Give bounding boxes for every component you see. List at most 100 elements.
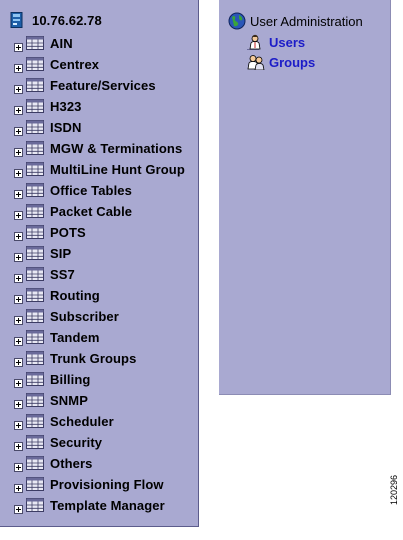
tree-item[interactable]: Subscriber — [14, 307, 119, 325]
table-folder-icon — [26, 57, 44, 71]
tree-item-label: MultiLine Hunt Group — [50, 161, 185, 177]
expand-plus-icon[interactable] — [14, 207, 23, 220]
tree-item-label: SS7 — [50, 266, 75, 282]
expand-plus-icon[interactable] — [14, 291, 23, 304]
tree-item[interactable]: Tandem — [14, 328, 99, 346]
expand-plus-icon[interactable] — [14, 102, 23, 115]
tree-item[interactable]: Packet Cable — [14, 202, 132, 220]
tree-item[interactable]: POTS — [14, 223, 86, 241]
tree-item-label: SIP — [50, 245, 72, 261]
expand-plus-icon[interactable] — [14, 165, 23, 178]
tree-item[interactable]: AIN — [14, 34, 73, 52]
tree-item[interactable]: Feature/Services — [14, 76, 156, 94]
tree-item[interactable]: MultiLine Hunt Group — [14, 160, 185, 178]
table-folder-icon — [26, 309, 44, 323]
tree-item-label: Security — [50, 434, 103, 450]
table-folder-icon — [26, 330, 44, 344]
tree-item[interactable]: MGW & Terminations — [14, 139, 182, 157]
users-link[interactable]: Users — [247, 33, 305, 51]
table-folder-icon — [26, 183, 44, 197]
group-icon — [247, 54, 265, 71]
tree-root-node[interactable]: 10.76.62.78 — [10, 11, 102, 29]
table-folder-icon — [26, 78, 44, 92]
expand-plus-icon[interactable] — [14, 312, 23, 325]
table-folder-icon — [26, 120, 44, 134]
expand-plus-icon[interactable] — [14, 270, 23, 283]
expand-plus-icon[interactable] — [14, 396, 23, 409]
expand-plus-icon[interactable] — [14, 249, 23, 262]
tree-item-label: MGW & Terminations — [50, 140, 183, 156]
tree-item[interactable]: Billing — [14, 370, 90, 388]
expand-plus-icon[interactable] — [14, 144, 23, 157]
expand-plus-icon[interactable] — [14, 417, 23, 430]
expand-plus-icon[interactable] — [14, 123, 23, 136]
tree-item-label: Centrex — [50, 56, 100, 72]
expand-plus-icon[interactable] — [14, 438, 23, 451]
tree-item-label: POTS — [50, 224, 86, 240]
tree-item[interactable]: Security — [14, 433, 102, 451]
table-folder-icon — [26, 204, 44, 218]
expand-plus-icon[interactable] — [14, 333, 23, 346]
table-folder-icon — [26, 477, 44, 491]
table-folder-icon — [26, 498, 44, 512]
tree-item-label: Billing — [50, 371, 91, 387]
expand-plus-icon[interactable] — [14, 81, 23, 94]
table-folder-icon — [26, 414, 44, 428]
tree-item[interactable]: SS7 — [14, 265, 75, 283]
tree-item[interactable]: H323 — [14, 97, 81, 115]
tree-item-label: Scheduler — [50, 413, 114, 429]
expand-plus-icon[interactable] — [14, 186, 23, 199]
tree-item[interactable]: Office Tables — [14, 181, 132, 199]
tree-item-label: Provisioning Flow — [50, 476, 164, 492]
tree-item[interactable]: SNMP — [14, 391, 88, 409]
table-folder-icon — [26, 246, 44, 260]
expand-plus-icon[interactable] — [14, 228, 23, 241]
expand-plus-icon[interactable] — [14, 459, 23, 472]
tree-item[interactable]: Centrex — [14, 55, 99, 73]
expand-plus-icon[interactable] — [14, 39, 23, 52]
tree-item[interactable]: SIP — [14, 244, 71, 262]
tree-item-label: Others — [50, 455, 93, 471]
tree-item-label: AIN — [50, 35, 73, 51]
tree-item[interactable]: Provisioning Flow — [14, 475, 164, 493]
table-folder-icon — [26, 288, 44, 302]
expand-plus-icon[interactable] — [14, 354, 23, 367]
table-folder-icon — [26, 372, 44, 386]
user-icon — [247, 34, 263, 50]
tree-item-label: SNMP — [50, 392, 88, 408]
user-administration-panel: User Administration Users Groups — [219, 0, 391, 395]
tree-item-label: Subscriber — [50, 308, 119, 324]
tree-item-label: ISDN — [50, 119, 82, 135]
users-link-label: Users — [269, 34, 306, 50]
table-folder-icon — [26, 99, 44, 113]
globe-icon — [228, 12, 246, 30]
tree-item-label: Template Manager — [50, 497, 165, 513]
table-folder-icon — [26, 456, 44, 470]
tree-item[interactable]: Template Manager — [14, 496, 165, 514]
table-folder-icon — [26, 435, 44, 449]
table-folder-icon — [26, 393, 44, 407]
tree-item-label: H323 — [50, 98, 82, 114]
tree-item-label: Tandem — [50, 329, 100, 345]
expand-plus-icon[interactable] — [14, 60, 23, 73]
expand-plus-icon[interactable] — [14, 480, 23, 493]
tree-item[interactable]: Others — [14, 454, 93, 472]
table-folder-icon — [26, 351, 44, 365]
tree-item-label: Feature/Services — [50, 77, 156, 93]
expand-plus-icon[interactable] — [14, 501, 23, 514]
tree-item[interactable]: Routing — [14, 286, 100, 304]
tree-item-label: Routing — [50, 287, 100, 303]
tree-item[interactable]: Scheduler — [14, 412, 114, 430]
figure-id: 120296 — [389, 474, 399, 505]
table-folder-icon — [26, 141, 44, 155]
tree-item[interactable]: ISDN — [14, 118, 81, 136]
tree-item-label: Packet Cable — [50, 203, 133, 219]
tree-item-label: Office Tables — [50, 182, 132, 198]
table-folder-icon — [26, 225, 44, 239]
groups-link[interactable]: Groups — [247, 53, 315, 71]
expand-plus-icon[interactable] — [14, 375, 23, 388]
table-folder-icon — [26, 36, 44, 50]
user-administration-header: User Administration — [228, 12, 363, 30]
user-administration-title: User Administration — [250, 13, 363, 29]
tree-item[interactable]: Trunk Groups — [14, 349, 136, 367]
